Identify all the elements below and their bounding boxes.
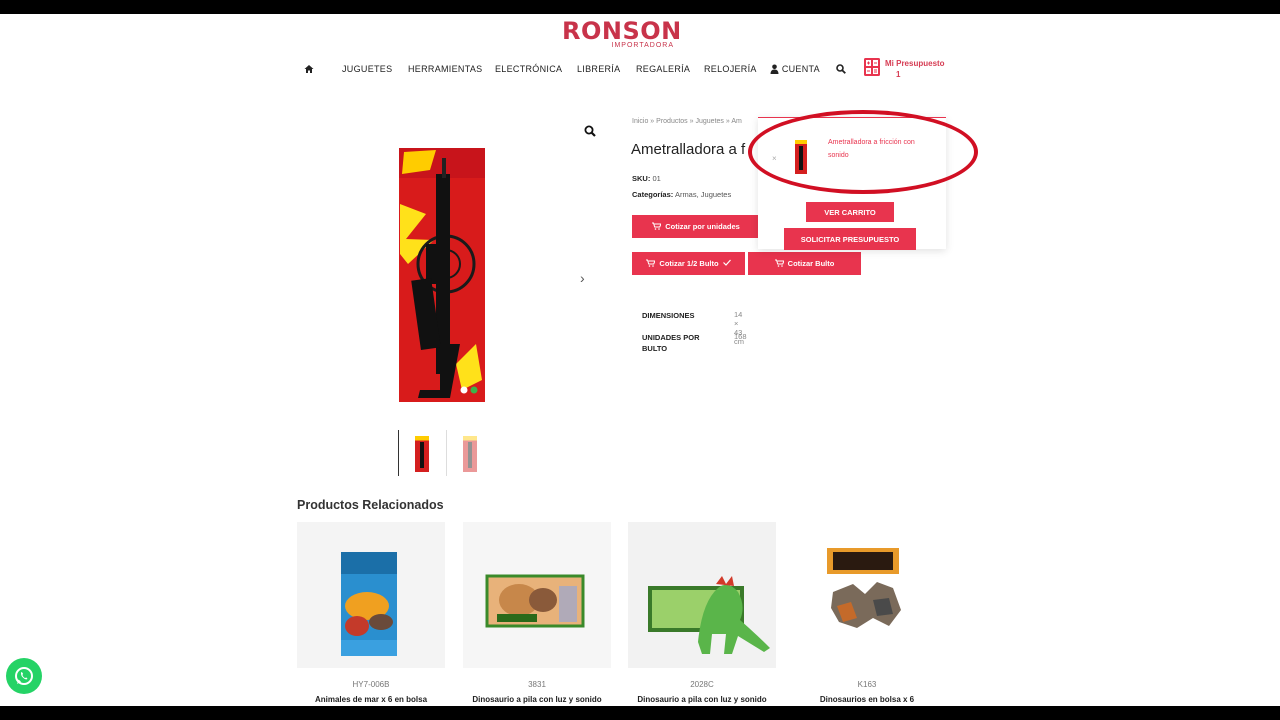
- related-product-sku: 2028C: [690, 680, 714, 689]
- site-logo[interactable]: RONSON IMPORTADORA: [562, 17, 682, 49]
- related-product-image[interactable]: [463, 522, 611, 668]
- breadcrumb-inicio[interactable]: Inicio: [632, 118, 648, 125]
- related-product-image[interactable]: [793, 522, 941, 668]
- budget-count: 1: [896, 70, 901, 79]
- nav-item-herramientas[interactable]: HERRAMIENTAS: [408, 64, 482, 74]
- related-product-card[interactable]: 3831 Dinosaurio a pila con luz y sonido: [463, 522, 611, 704]
- breadcrumb-productos[interactable]: Productos: [656, 118, 688, 125]
- request-budget-button[interactable]: SOLICITAR PRESUPUESTO: [784, 228, 916, 250]
- check-icon: [722, 259, 731, 268]
- related-product-sku: K163: [857, 680, 877, 689]
- related-product-card[interactable]: 2028C Dinosaurio a pila con luz y sonido: [628, 522, 776, 704]
- nav-item-juguetes[interactable]: JUGUETES: [342, 64, 392, 74]
- related-products-title: Productos Relacionados: [297, 498, 444, 512]
- nav-item-relojeria[interactable]: RELOJERÍA: [704, 64, 757, 74]
- thumbnail-2[interactable]: [446, 430, 492, 476]
- related-product-title[interactable]: Dinosaurio a pila con luz y sonido: [463, 695, 611, 704]
- annotation-ellipse: [748, 110, 978, 194]
- related-product-card[interactable]: HY7-006B Animales de mar x 6 en bolsa: [297, 522, 445, 704]
- calculator-icon: [864, 58, 880, 81]
- page: RONSON IMPORTADORA JUGUETES HERRAMIENTAS…: [0, 14, 1280, 706]
- quote-bundle-button[interactable]: Cotizar Bulto: [748, 252, 861, 275]
- nav-item-cuenta[interactable]: CUENTA: [770, 64, 820, 74]
- nav-item-regaleria[interactable]: REGALERÍA: [636, 64, 690, 74]
- related-product-image[interactable]: [628, 522, 776, 668]
- breadcrumb-current: Am: [731, 118, 742, 125]
- zoom-icon[interactable]: [584, 124, 596, 142]
- breadcrumb: Inicio » Productos » Juguetes » Am: [632, 118, 742, 125]
- budget-button[interactable]: Mi Presupuesto 1: [864, 58, 945, 81]
- related-product-card[interactable]: K163 Dinosaurios en bolsa x 6: [793, 522, 941, 704]
- next-image-arrow[interactable]: ›: [580, 270, 585, 286]
- logo-name: RONSON: [562, 17, 682, 45]
- related-product-title[interactable]: Dinosaurio a pila con luz y sonido: [628, 695, 776, 704]
- product-main-image[interactable]: [396, 144, 488, 406]
- related-product-title[interactable]: Animales de mar x 6 en bolsa: [297, 695, 445, 704]
- related-product-sku: 3831: [528, 680, 546, 689]
- spec-label: DIMENSIONES: [642, 311, 695, 320]
- category-armas[interactable]: Armas: [675, 190, 697, 199]
- spec-label: UNIDADES POR BULTO: [642, 333, 700, 353]
- search-icon[interactable]: [836, 64, 846, 76]
- nav-account-label: CUENTA: [781, 64, 820, 74]
- quote-half-bundle-button[interactable]: Cotizar 1/2 Bulto: [632, 252, 745, 275]
- budget-label: Mi Presupuesto: [885, 59, 945, 68]
- cart-icon: [774, 259, 785, 269]
- user-icon: [770, 64, 779, 74]
- breadcrumb-juguetes[interactable]: Juguetes: [696, 118, 724, 125]
- spec-value: 168: [734, 332, 747, 341]
- whatsapp-icon[interactable]: [6, 658, 42, 694]
- thumbnail-1[interactable]: [398, 430, 444, 476]
- quote-by-units-button[interactable]: Cotizar por unidades: [632, 215, 760, 238]
- product-title: Ametralladora a f: [631, 141, 746, 158]
- product-sku: SKU: 01: [632, 174, 661, 183]
- nav-item-libreria[interactable]: LIBRERÍA: [577, 64, 620, 74]
- related-product-title[interactable]: Dinosaurios en bolsa x 6: [793, 695, 941, 704]
- view-cart-button[interactable]: VER CARRITO: [806, 202, 894, 222]
- product-categories: Categorías: Armas, Juguetes: [632, 190, 732, 199]
- related-product-sku: HY7-006B: [352, 680, 390, 689]
- related-product-image[interactable]: [297, 522, 445, 668]
- cart-icon: [652, 222, 662, 232]
- category-juguetes[interactable]: Juguetes: [701, 190, 731, 199]
- cart-icon: [646, 259, 657, 269]
- home-icon[interactable]: [304, 64, 314, 76]
- nav-item-electronica[interactable]: ELECTRÓNICA: [495, 64, 562, 74]
